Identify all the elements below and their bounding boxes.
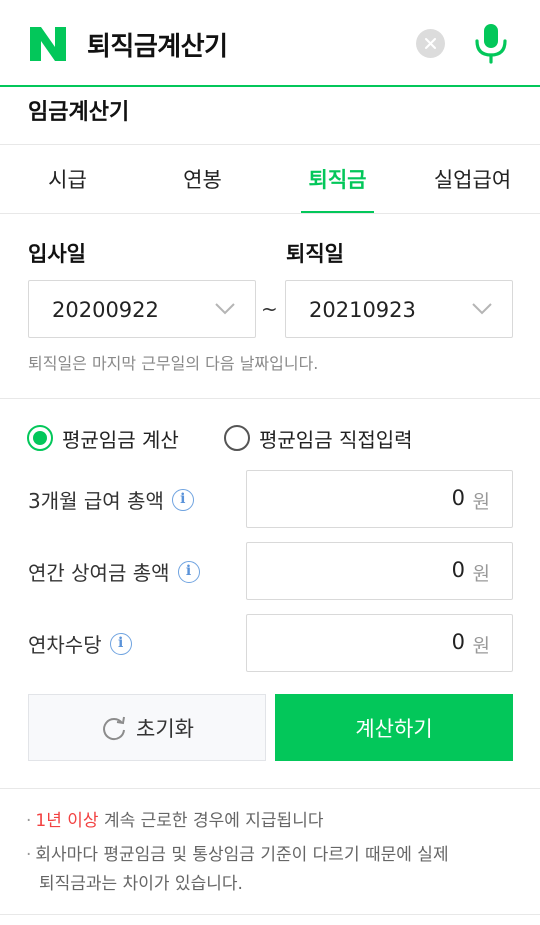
calculator-tabs: 시급 연봉 퇴직금 실업급여 (0, 145, 540, 214)
info-icon[interactable]: i (177, 560, 200, 583)
join-date-value: 20200922 (52, 298, 159, 322)
search-bar: 퇴직금계산기 (0, 0, 540, 87)
field-value: 0 (451, 630, 465, 654)
leave-date-label: 퇴직일 (286, 242, 344, 266)
annual-leave-allowance-input[interactable]: 0 원 (246, 614, 513, 672)
tab-annual-salary[interactable]: 연봉 (135, 145, 270, 213)
radio-unselected-icon (224, 425, 250, 451)
field-label: 3개월 급여 총액 (28, 489, 164, 513)
annual-bonus-label: 연간 상여금 총액 i (28, 557, 200, 586)
currency-unit: 원 (472, 635, 490, 657)
chevron-down-icon (215, 303, 235, 315)
close-icon (425, 38, 436, 49)
calculator-title: 임금계산기 (28, 100, 130, 125)
annual-bonus-input[interactable]: 0 원 (246, 542, 513, 600)
radio-average-wage-calc[interactable]: 평균임금 계산 (27, 424, 179, 452)
search-query[interactable]: 퇴직금계산기 (87, 26, 228, 63)
three-month-pay-input[interactable]: 0 원 (246, 470, 513, 528)
divider (0, 213, 540, 214)
note-text: 퇴직금과는 차이가 있습니다. (39, 874, 243, 894)
join-date-select[interactable]: 20200922 (28, 280, 256, 338)
calculate-button[interactable]: 계산하기 (275, 694, 513, 761)
note-eligibility: · 1년 이상 계속 근로한 경우에 지급됩니다 (26, 807, 323, 836)
tab-hourly[interactable]: 시급 (0, 145, 135, 213)
note-text: 계속 근로한 경우에 지급됩니다 (98, 811, 324, 831)
refresh-icon (103, 716, 126, 740)
info-icon[interactable]: i (171, 488, 194, 511)
reset-label: 초기화 (136, 716, 194, 741)
radio-label: 평균임금 직접입력 (259, 427, 413, 452)
bullet: · (26, 845, 32, 865)
divider (0, 914, 540, 915)
clear-search-button[interactable] (416, 29, 445, 58)
microphone-icon[interactable] (473, 22, 509, 64)
calculate-label: 계산하기 (355, 716, 433, 741)
field-value: 0 (451, 486, 465, 510)
currency-unit: 원 (472, 491, 490, 513)
divider (0, 788, 540, 789)
field-label: 연간 상여금 총액 (28, 561, 170, 585)
note-difference: · 회사마다 평균임금 및 통상임금 기준이 다르기 때문에 실제 퇴직금과는 차… (26, 841, 449, 899)
field-value: 0 (451, 558, 465, 582)
field-label: 연차수당 (28, 633, 102, 657)
leave-date-select[interactable]: 20210923 (285, 280, 513, 338)
leave-date-value: 20210923 (309, 298, 416, 322)
currency-unit: 원 (472, 563, 490, 585)
divider (0, 398, 540, 399)
date-note: 퇴직일은 마지막 근무일의 다음 날짜입니다. (28, 354, 319, 373)
three-month-pay-label: 3개월 급여 총액 i (28, 485, 194, 514)
radio-label: 평균임금 계산 (62, 427, 179, 452)
annual-leave-allowance-label: 연차수당 i (28, 629, 132, 658)
bullet: · (26, 811, 32, 831)
chevron-down-icon (472, 303, 492, 315)
tab-unemployment-benefit[interactable]: 실업급여 (405, 145, 540, 213)
info-icon[interactable]: i (109, 632, 132, 655)
join-date-label: 입사일 (28, 242, 86, 266)
tab-severance-pay[interactable]: 퇴직금 (301, 145, 374, 214)
range-separator: ~ (261, 297, 278, 321)
note-highlight: 1년 이상 (35, 811, 99, 831)
reset-button[interactable]: 초기화 (28, 694, 266, 761)
note-text: 회사마다 평균임금 및 통상임금 기준이 다르기 때문에 실제 (35, 845, 449, 865)
radio-average-wage-direct[interactable]: 평균임금 직접입력 (224, 424, 413, 452)
naver-logo[interactable] (30, 27, 66, 61)
radio-selected-icon (27, 425, 53, 451)
